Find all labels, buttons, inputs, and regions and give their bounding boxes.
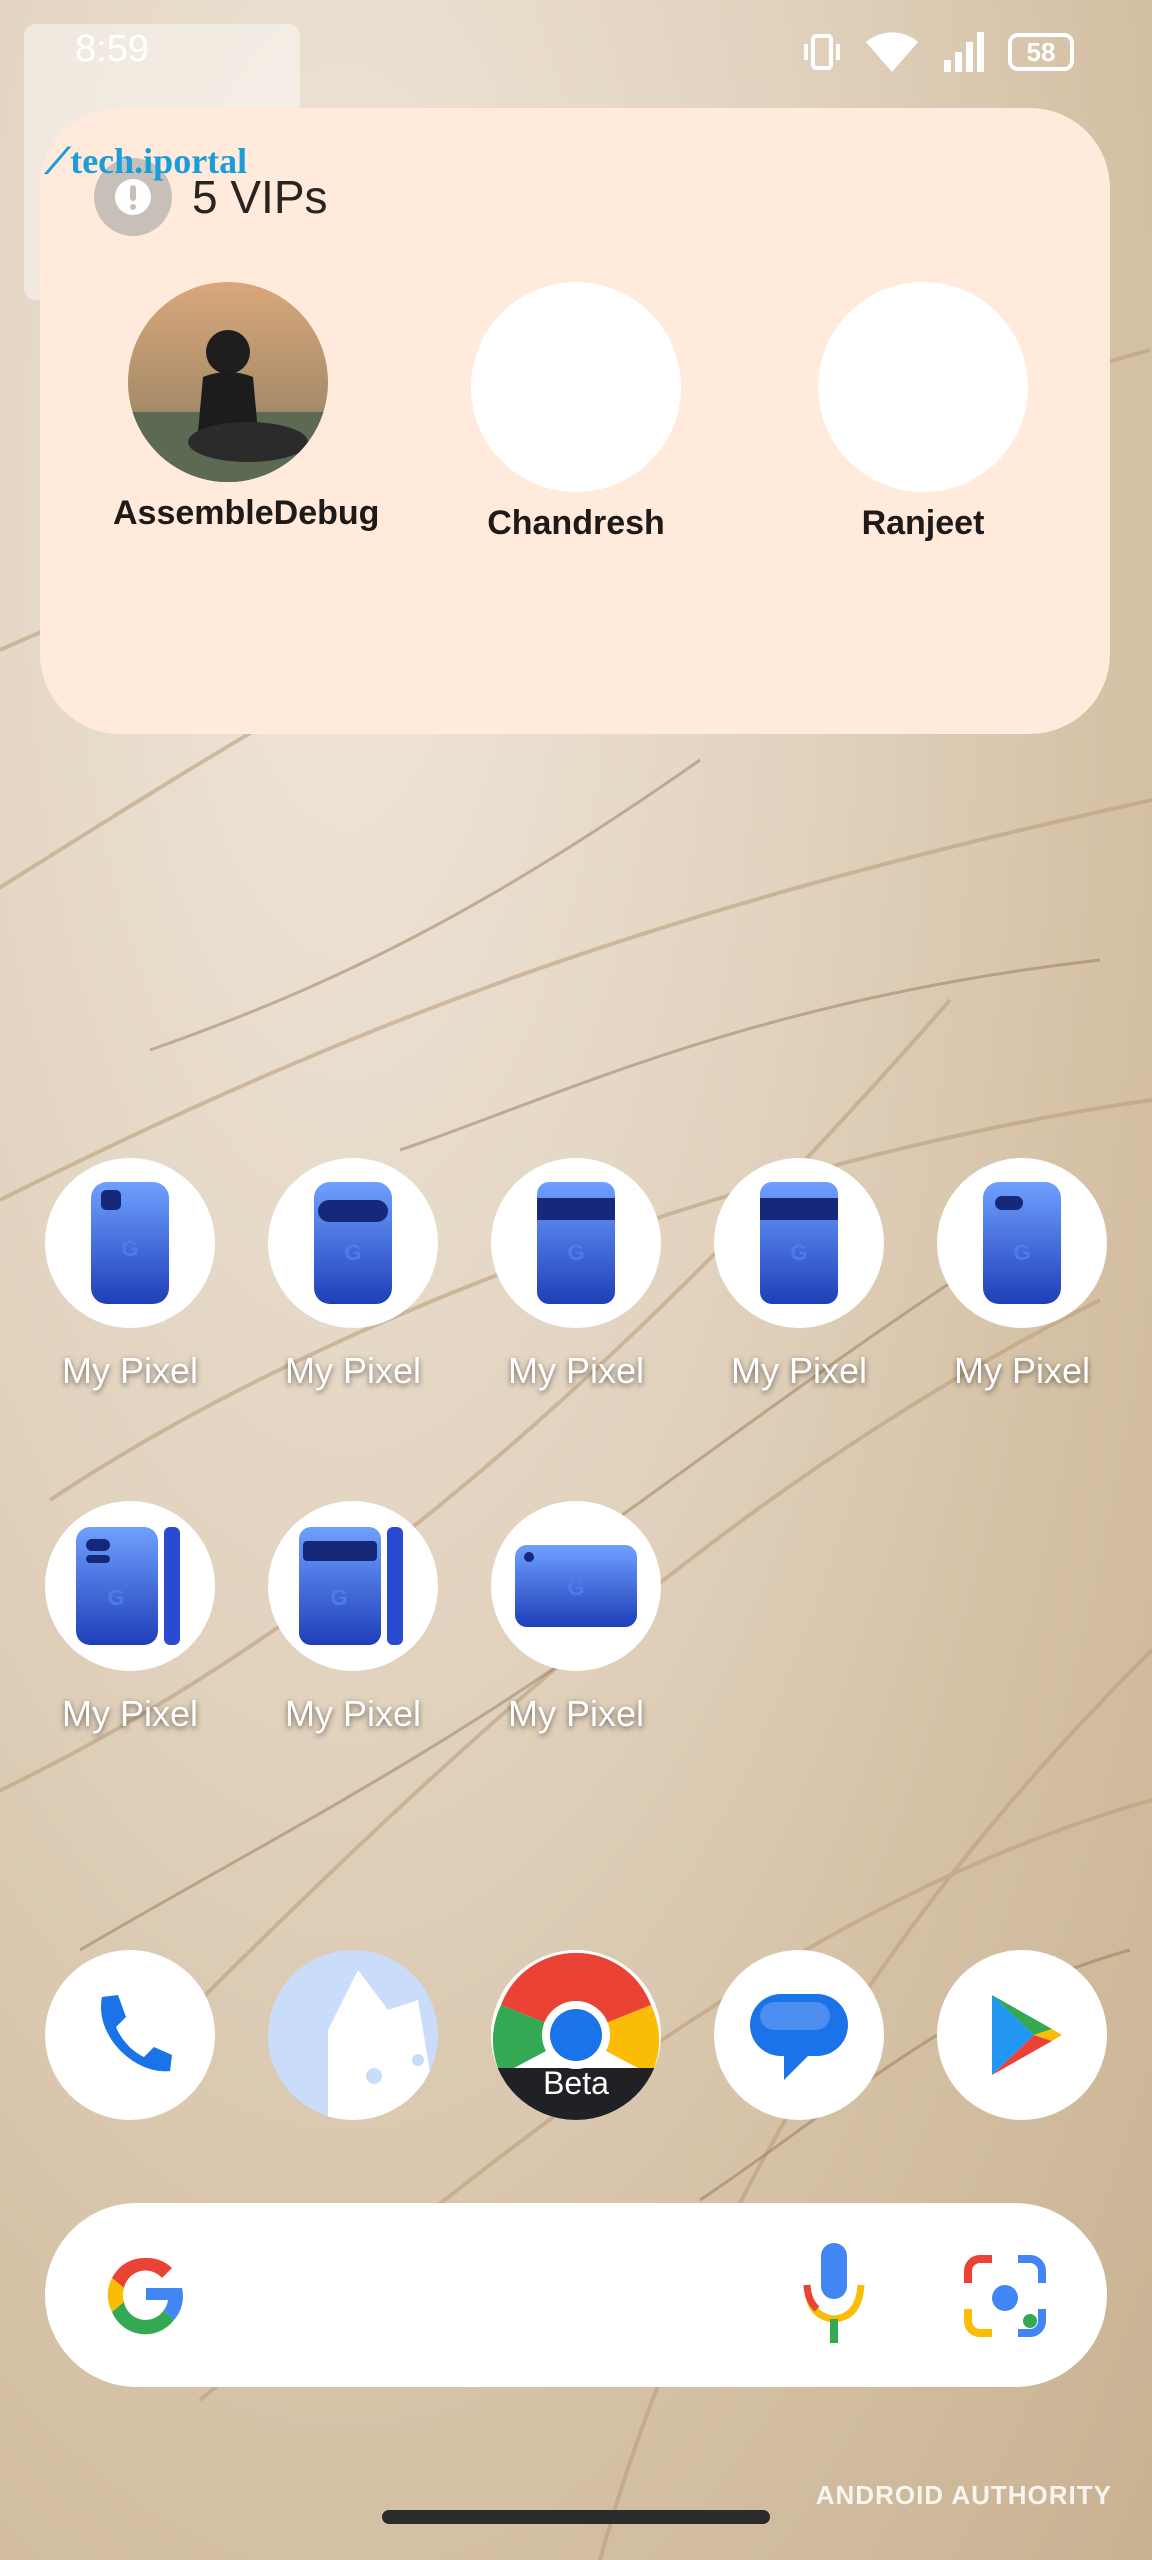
- messages-icon: [750, 1994, 848, 2080]
- vip-contact[interactable]: AssembleDebug: [113, 282, 380, 533]
- files-icon: [328, 1970, 438, 2120]
- svg-text:G: G: [330, 1585, 347, 1610]
- tech-iportal-logo: ⟋tech.iportal: [45, 140, 247, 183]
- beta-badge: Beta: [543, 2065, 609, 2101]
- clock: 8:59: [75, 28, 149, 70]
- play-store-icon: [992, 1995, 1062, 2075]
- avatar: [128, 282, 328, 482]
- app-label: My Pixel: [953, 1350, 1091, 1391]
- dock-play-store-app[interactable]: [937, 1950, 1107, 2120]
- avatar: [818, 282, 1028, 492]
- dock-files-app[interactable]: [268, 1950, 438, 2120]
- app-label: My Pixel: [61, 1350, 199, 1391]
- app-my-pixel[interactable]: G My Pixel: [476, 1158, 676, 1392]
- contact-name: Chandresh: [487, 504, 665, 542]
- status-bar: 8:59 58: [0, 0, 1152, 110]
- battery-indicator: 58: [1008, 33, 1074, 71]
- svg-text:G: G: [121, 1236, 138, 1261]
- app-my-pixel[interactable]: G My Pixel: [30, 1158, 230, 1392]
- pixel-phone-icon: G: [268, 1158, 438, 1328]
- app-my-pixel[interactable]: G My Pixel: [922, 1158, 1122, 1392]
- app-label: My Pixel: [284, 1350, 422, 1391]
- google-lens-icon[interactable]: [960, 2251, 1050, 2341]
- app-label: My Pixel: [284, 1693, 422, 1734]
- app-label: My Pixel: [507, 1350, 645, 1391]
- app-my-pixel[interactable]: G My Pixel: [253, 1501, 453, 1735]
- android-authority-watermark: ANDROID AUTHORITY: [815, 2480, 1112, 2510]
- phone-icon: [101, 1995, 172, 2072]
- microphone-icon[interactable]: [797, 2239, 871, 2349]
- dock-messages-app[interactable]: [714, 1950, 884, 2120]
- pixel-fold-icon: G: [268, 1501, 438, 1671]
- svg-text:G: G: [567, 1240, 584, 1265]
- avatar: [471, 282, 681, 492]
- svg-text:G: G: [1013, 1240, 1030, 1265]
- svg-text:G: G: [344, 1240, 361, 1265]
- vip-widget[interactable]: 5 VIPs AssembleDebug Chandresh Ranjeet: [40, 108, 1110, 734]
- gesture-handle[interactable]: [382, 2510, 770, 2524]
- signal-icon: [944, 32, 984, 72]
- app-my-pixel[interactable]: G My Pixel: [30, 1501, 230, 1735]
- app-my-pixel[interactable]: G My Pixel: [253, 1158, 453, 1392]
- pixel-tablet-icon: G: [491, 1501, 661, 1671]
- google-search-bar[interactable]: [45, 2203, 1107, 2387]
- pixel-phone-icon: G: [491, 1158, 661, 1328]
- brand-mark-icon: ⟋: [45, 141, 71, 181]
- wifi-icon: [866, 32, 918, 72]
- vip-contact[interactable]: Chandresh: [461, 282, 691, 543]
- svg-text:G: G: [107, 1585, 124, 1610]
- google-g-icon: [107, 2257, 183, 2335]
- pixel-fold-icon: G: [45, 1501, 215, 1671]
- app-label: My Pixel: [730, 1350, 868, 1391]
- watermark-text: tech.iportal: [70, 141, 248, 181]
- vip-contact[interactable]: Ranjeet: [808, 282, 1038, 543]
- contact-name: AssembleDebug: [113, 494, 380, 532]
- pixel-phone-icon: G: [937, 1158, 1107, 1328]
- dock-phone-app[interactable]: [45, 1950, 215, 2120]
- app-my-pixel[interactable]: G My Pixel: [476, 1501, 676, 1735]
- app-label: My Pixel: [61, 1693, 199, 1734]
- app-my-pixel[interactable]: G My Pixel: [699, 1158, 899, 1392]
- vibrate-icon: [804, 34, 840, 70]
- contact-name: Ranjeet: [861, 504, 985, 542]
- pixel-phone-icon: G: [714, 1158, 884, 1328]
- svg-text:G: G: [790, 1240, 807, 1265]
- app-label: My Pixel: [507, 1693, 645, 1734]
- pixel-phone-icon: G: [45, 1158, 215, 1328]
- dock-chrome-beta-app[interactable]: Beta: [491, 1950, 661, 2120]
- svg-text:G: G: [567, 1575, 584, 1600]
